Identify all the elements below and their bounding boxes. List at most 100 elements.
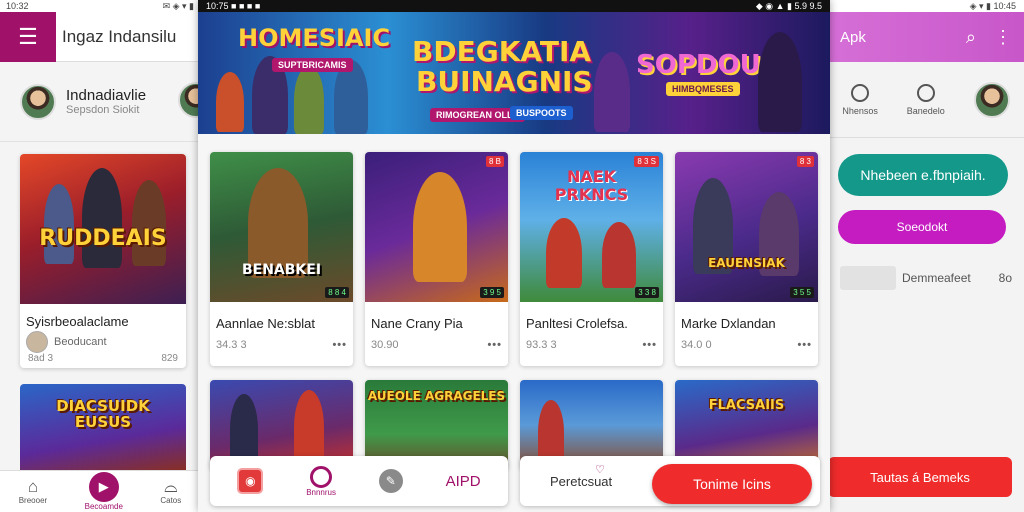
status-time: 10:32 [6, 1, 29, 11]
banner-title-left: HOMESIAIC [238, 24, 391, 52]
bonus-button[interactable]: Bnnnrus [306, 465, 336, 497]
status-bar: 10:32 ✉ ◈ ▾ ▮ [0, 0, 200, 12]
developer-avatar [26, 331, 48, 353]
game-card[interactable]: DIACSUIDK EUSUS [20, 384, 186, 474]
game-logo-text: RUDDEAIS [39, 226, 167, 251]
game-grid: BENABKEI 8 8 4 Aannlae Ne:sblat 34.3 3 •… [210, 152, 818, 470]
info-value: 8o [998, 271, 1012, 285]
hero-figure [294, 390, 324, 464]
aipd-label[interactable]: AIPD [446, 473, 481, 490]
nav-label: Breooer [18, 496, 48, 505]
bonus-label: Bnnnrus [306, 487, 336, 497]
status-right: ◆ ◉ ▲ ▮ 5.9 9.5 [755, 1, 822, 11]
hero-figure [294, 66, 324, 134]
primary-action-button[interactable]: Nhebeen e.fbnpiaih. [838, 154, 1008, 196]
game-card[interactable]: NAEK PRKNCS 8 3 S 3 3 8 Panltesi Crolefs… [520, 152, 663, 366]
game-title: Panltesi Crolefsa. [526, 316, 628, 331]
header-title: Apk [840, 28, 866, 46]
profile-name: Indnadiavlie [66, 87, 147, 104]
game-card[interactable]: EAUENSIAK 8 3 3 5 5 Marke Dxlandan 34.0 … [675, 152, 818, 366]
settings-icon [916, 83, 935, 102]
game-card[interactable]: BENABKEI 8 8 4 Aannlae Ne:sblat 34.3 3 •… [210, 152, 353, 366]
more-options-icon[interactable]: ••• [642, 339, 657, 351]
tab-settings[interactable]: Banedelo [907, 83, 945, 116]
game-size: 34.0 0 [681, 339, 712, 351]
hero-figure [602, 222, 636, 288]
status-left: 10:75 ■ ■ ■ ■ [206, 1, 261, 11]
hero-figure [546, 218, 582, 288]
promo-banner[interactable]: HOMESIAIC SUPTBRICAMIS BDEGKATIA BUINAGN… [198, 12, 830, 134]
nav-item-home[interactable]: ⌂ Breooer [18, 477, 48, 506]
menu-icon[interactable]: ☰ [0, 11, 56, 62]
game-meta: 8ad 3 829 [20, 353, 186, 364]
hero-figure [594, 52, 630, 132]
banner-sub-right: HIMBQMESES [666, 82, 740, 96]
search-icon[interactable]: ⌕ [966, 27, 976, 48]
stats-icon [851, 83, 870, 102]
banner-sub-mid-2: BUSPOOTS [510, 106, 573, 120]
game-title: Aannlae Ne:sblat [216, 316, 316, 331]
app-bar: ☰ Ingaz Indansilu [0, 11, 200, 62]
developer-name: Beoducant [54, 336, 107, 348]
game-card[interactable]: RUDDEAIS Syisrbeoalaclame Beoducant 8ad … [20, 154, 186, 368]
game-size: 34.3 3 [216, 339, 247, 351]
rating-badge: 3 3 8 [635, 287, 659, 298]
more-options-icon[interactable]: ••• [332, 339, 347, 351]
record-icon[interactable]: ◉ [237, 468, 264, 494]
info-row: Demmeafeet 8o [840, 266, 1012, 290]
game-thumbnail: EAUENSIAK 8 3 3 5 5 [675, 152, 818, 302]
game-logo-text: BENABKEI [241, 262, 322, 278]
avatar [20, 83, 56, 120]
tab-row: Nhensos Banedelo [828, 62, 1024, 138]
meta-right: 829 [161, 353, 178, 364]
action-bar: ◉ Bnnnrus ✎ AIPD [210, 456, 508, 506]
game-meta: 34.0 0 ••• [675, 335, 818, 355]
tab-label: Nhensos [842, 105, 878, 116]
top-badge: 8 B [485, 156, 504, 167]
rating-badge: 8 8 4 [325, 287, 349, 298]
info-field[interactable] [840, 266, 896, 290]
nav-item-play[interactable]: ▶ Becoamde [85, 472, 123, 511]
top-badge: 8 3 S [634, 156, 659, 167]
game-title: Nane Crany Pia [371, 316, 463, 331]
status-icons: ✉ ◈ ▾ ▮ [162, 1, 194, 11]
game-size: 93.3 3 [526, 339, 557, 351]
avatar[interactable] [973, 81, 1010, 118]
more-icon[interactable]: ⋮ [994, 27, 1012, 48]
game-thumbnail: 8 B 3 9 5 [365, 152, 508, 302]
rating-badge: 3 9 5 [480, 287, 504, 298]
secondary-label[interactable]: Peretcsuat [550, 474, 612, 489]
banner-title-mid-2: BUINAGNIS [416, 65, 593, 98]
bag-icon: ⌓ [164, 477, 178, 496]
pin-icon[interactable]: ✎ [378, 469, 403, 493]
hero-figure [538, 400, 564, 464]
game-logo-text: DIACSUIDK EUSUS [56, 397, 150, 431]
home-icon: ⌂ [27, 477, 39, 496]
left-screen: 10:32 ✉ ◈ ▾ ▮ ☰ Ingaz Indansilu Indnadia… [0, 0, 200, 512]
status-bar: 10:75 ■ ■ ■ ■ ◆ ◉ ▲ ▮ 5.9 9.5 [198, 0, 830, 12]
circle-icon [310, 465, 333, 488]
secondary-action-button[interactable]: Soeodokt [838, 210, 1006, 244]
profile-header[interactable]: Indnadiavlie Sepsdon Siokit [0, 62, 200, 142]
nav-label: Becoamde [84, 502, 123, 511]
game-meta: 93.3 3 ••• [520, 335, 663, 355]
app-title: Ingaz Indansilu [62, 26, 177, 46]
more-options-icon[interactable]: ••• [797, 339, 812, 351]
bottom-button[interactable]: Tautas á Bemeks [828, 457, 1012, 497]
game-card[interactable]: 8 B 3 9 5 Nane Crany Pia 30.90 ••• [365, 152, 508, 366]
more-options-icon[interactable]: ••• [487, 339, 502, 351]
hero-figure [413, 172, 467, 282]
game-thumbnail: BENABKEI 8 8 4 [210, 152, 353, 302]
tab-stats[interactable]: Nhensos [842, 83, 878, 116]
game-title: Marke Dxlandan [681, 316, 776, 331]
primary-cta-button[interactable]: Tonime Icins [652, 464, 812, 504]
profile-subtitle: Sepsdon Siokit [66, 104, 140, 116]
game-logo-text: FLACSAIIS [708, 398, 785, 413]
secondary-avatar[interactable] [178, 82, 200, 118]
nav-item-bag[interactable]: ⌓ Catos [160, 477, 181, 506]
banner-title-mid-1: BDEGKATIA [412, 35, 592, 68]
game-title: Syisrbeoalaclame [26, 314, 129, 329]
hero-figure [758, 32, 802, 132]
bottom-nav: ⌂ Breooer ▶ Becoamde ⌓ Catos [0, 470, 200, 512]
hero-figure [82, 168, 122, 268]
